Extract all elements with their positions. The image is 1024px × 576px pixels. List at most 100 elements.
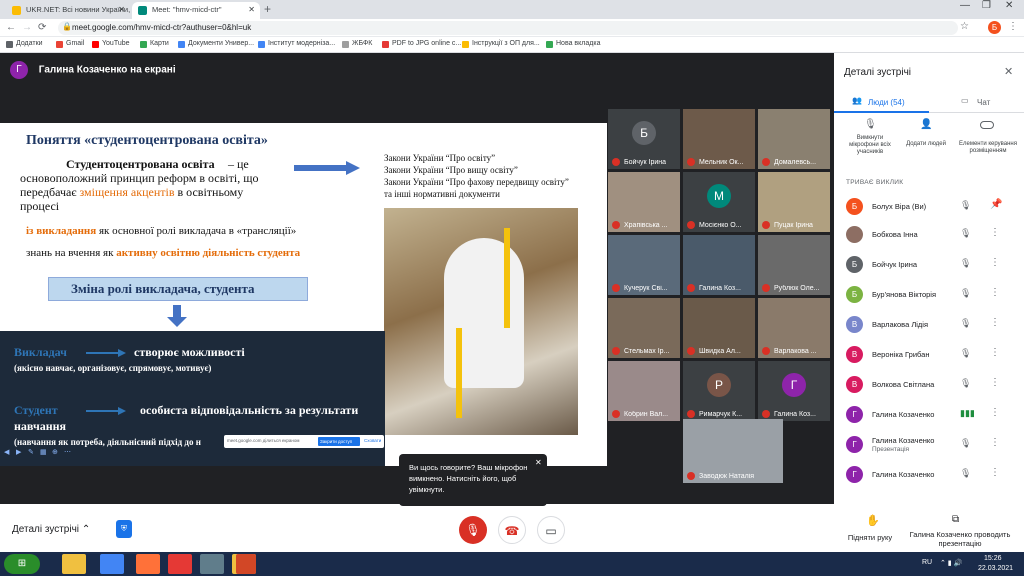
chrome-icon[interactable] — [100, 554, 124, 574]
participant-subtitle: Презентація — [872, 446, 910, 453]
participant-tile[interactable]: Храпівська ... — [608, 172, 680, 232]
url-field[interactable]: 🔒 meet.google.com/hmv-micd-ctr?authuser=… — [58, 21, 958, 35]
participant-tile[interactable]: Галина Коз... — [683, 235, 755, 295]
participant-tile[interactable]: Р Римарчук К... — [683, 361, 755, 421]
bookmark-zhbfk[interactable]: ЖБФК — [342, 40, 372, 48]
law-item: Закони України “Про фахову передвищу осв… — [384, 177, 569, 187]
mic-toggle-button[interactable]: 🎙 — [459, 516, 487, 544]
close-tab-icon[interactable]: ✕ — [118, 5, 125, 14]
next-slide-icon[interactable]: ▶ — [16, 448, 21, 456]
participant-tile[interactable]: Варлакова ... — [758, 298, 830, 358]
close-tab-icon[interactable]: ✕ — [248, 5, 255, 14]
add-people-button[interactable]: 👤 Додати людей — [904, 119, 948, 169]
presenting-button[interactable]: ⧉ Галина Козаченко проводить презентацію — [904, 514, 1016, 548]
presenting-label: Галина Козаченко проводить презентацію — [909, 530, 1011, 548]
participant-tile[interactable]: Кобрин Вал... — [608, 361, 680, 421]
participant-tile[interactable]: Мельник Ок... — [683, 109, 755, 169]
participant-row[interactable]: Бобкова Інна 🎙 ⋮ — [834, 222, 1024, 250]
participant-row[interactable]: Г Галина Козаченко ▮▮▮ ⋮ — [834, 402, 1024, 430]
clock-time[interactable]: 15:26 — [984, 555, 1002, 562]
bookmark-docs[interactable]: Документи Универ... — [178, 40, 254, 48]
tab-ukrnet[interactable]: UKR.NET: Всі новини України, с ✕ — [6, 2, 130, 19]
more-options-icon[interactable]: ⋮ — [990, 257, 1000, 268]
participant-row[interactable]: Б Бур'янова Вікторія 🎙 ⋮ — [834, 282, 1024, 310]
start-button[interactable]: ⊞ — [4, 554, 40, 574]
participant-row[interactable]: В Варлакова Лідія 🎙 ⋮ — [834, 312, 1024, 340]
file-explorer-icon[interactable] — [62, 554, 86, 574]
host-controls-button[interactable]: Елементи керування розміщенням — [958, 119, 1018, 169]
more-options-icon[interactable]: ⋮ — [990, 227, 1000, 238]
participant-tile[interactable]: Рублюк Оле... — [758, 235, 830, 295]
participant-row[interactable]: В Вероніка Грибан 🎙 ⋮ — [834, 342, 1024, 370]
participant-tile[interactable]: Стельмах Ір... — [608, 298, 680, 358]
leave-call-button[interactable]: ☎ — [498, 516, 526, 544]
close-window-icon[interactable]: ✕ — [1005, 0, 1013, 11]
pen-icon[interactable]: ✎ — [28, 448, 34, 456]
participant-row[interactable]: Б Бойчук Ірина 🎙 ⋮ — [834, 252, 1024, 280]
more-options-icon[interactable]: ⋮ — [990, 317, 1000, 328]
tab-chat[interactable]: ▭ Чат — [929, 93, 1024, 113]
firefox-icon[interactable] — [136, 554, 160, 574]
participant-row[interactable]: В Волкова Світлана 🎙 ⋮ — [834, 372, 1024, 400]
participant-row[interactable]: Г Галина Козаченко Презентація 🎙 ⋮ — [834, 432, 1024, 460]
arrow-right-icon — [86, 407, 126, 415]
camera-toggle-button[interactable]: ▭ — [537, 516, 565, 544]
participant-tile[interactable]: Заводюк Наталія — [683, 419, 783, 483]
bookmark-maps[interactable]: Карти — [140, 40, 169, 48]
tab-meet[interactable]: Meet: "hmv-micd-ctr" ✕ — [132, 2, 260, 19]
calculator-icon[interactable] — [200, 554, 224, 574]
participant-row[interactable]: Б Болух Віра (Ви) 🎙 📌 — [834, 194, 1024, 222]
bookmark-newtab[interactable]: Нова вкладка — [546, 40, 600, 48]
bookmark-apps[interactable]: Додатки — [6, 40, 43, 48]
participant-row[interactable]: Г Галина Козаченко 🎙 ⋮ — [834, 462, 1024, 490]
participant-tile[interactable]: Швидка Ал... — [683, 298, 755, 358]
star-icon[interactable]: ☆ — [960, 21, 969, 32]
participant-tile[interactable]: Домалевсь... — [758, 109, 830, 169]
meeting-details-button[interactable]: Деталі зустрічі ⌃ — [12, 524, 90, 535]
menu-icon[interactable]: ⋮ — [1008, 21, 1018, 32]
participant-tile[interactable]: М Мосієнко О... — [683, 172, 755, 232]
participant-tile[interactable]: Г Галина Коз... — [758, 361, 830, 421]
more-options-icon[interactable]: ⋮ — [990, 467, 1000, 478]
new-tab-button[interactable]: + — [264, 2, 271, 16]
bookmark-youtube[interactable]: YouTube — [92, 40, 130, 48]
maximize-icon[interactable]: ❐ — [982, 0, 991, 11]
participant-tile[interactable]: Б Бойчук Ірина — [608, 109, 680, 169]
powerpoint-icon[interactable] — [236, 554, 256, 574]
reload-icon[interactable]: ⟳ — [38, 22, 46, 33]
more-options-icon[interactable]: ⋮ — [990, 287, 1000, 298]
hide-button[interactable]: Сховати — [364, 438, 381, 443]
participant-tile[interactable]: Кучерук Сві... — [608, 235, 680, 295]
grid-icon[interactable]: ▦ — [40, 448, 47, 456]
back-icon[interactable]: ← — [6, 22, 16, 33]
more-options-icon[interactable]: ⋮ — [990, 437, 1000, 448]
more-icon[interactable]: ⋯ — [64, 448, 71, 456]
language-indicator[interactable]: RU — [922, 559, 932, 566]
more-options-icon[interactable]: ⋮ — [990, 347, 1000, 358]
shield-icon[interactable]: ⛨ — [116, 520, 132, 538]
clock-date[interactable]: 22.03.2021 — [978, 565, 1013, 572]
prev-slide-icon[interactable]: ◀ — [4, 448, 9, 456]
mic-off-icon: 🎙 — [960, 258, 972, 268]
slide-title: Поняття «студентоцентрована освіта» — [26, 133, 268, 148]
more-options-icon[interactable]: ⋮ — [990, 377, 1000, 388]
shield-icon[interactable] — [168, 554, 192, 574]
bookmark-instructions[interactable]: Інструкції з ОП для... — [462, 40, 540, 48]
raise-hand-button[interactable]: ✋ Підняти руку — [842, 514, 898, 548]
minimize-icon[interactable]: — — [960, 0, 970, 11]
participant-tile[interactable]: Пуцак Ірина — [758, 172, 830, 232]
more-options-icon[interactable]: ⋮ — [990, 407, 1000, 418]
bookmark-pdf[interactable]: PDF to JPG online c... — [382, 40, 461, 48]
forward-icon[interactable]: → — [22, 22, 32, 33]
tab-people[interactable]: 👥 Люди (54) — [834, 93, 929, 113]
mute-all-button[interactable]: 🎙 Вимкнути мікрофони всіх учасників — [844, 119, 896, 169]
close-icon[interactable]: ✕ — [535, 457, 542, 468]
close-icon[interactable]: ✕ — [1004, 65, 1013, 78]
pin-icon[interactable]: 📌 — [990, 199, 1002, 210]
bookmark-institute[interactable]: Інститут модерніза... — [258, 40, 335, 48]
zoom-icon[interactable]: ⊕ — [52, 448, 58, 456]
bookmark-gmail[interactable]: Gmail — [56, 40, 84, 48]
stop-sharing-button[interactable]: Закрити доступ — [318, 437, 360, 446]
tray-icons[interactable]: ⌃ ▮ 🔊 — [940, 559, 962, 567]
profile-avatar[interactable]: Б — [988, 21, 1001, 34]
